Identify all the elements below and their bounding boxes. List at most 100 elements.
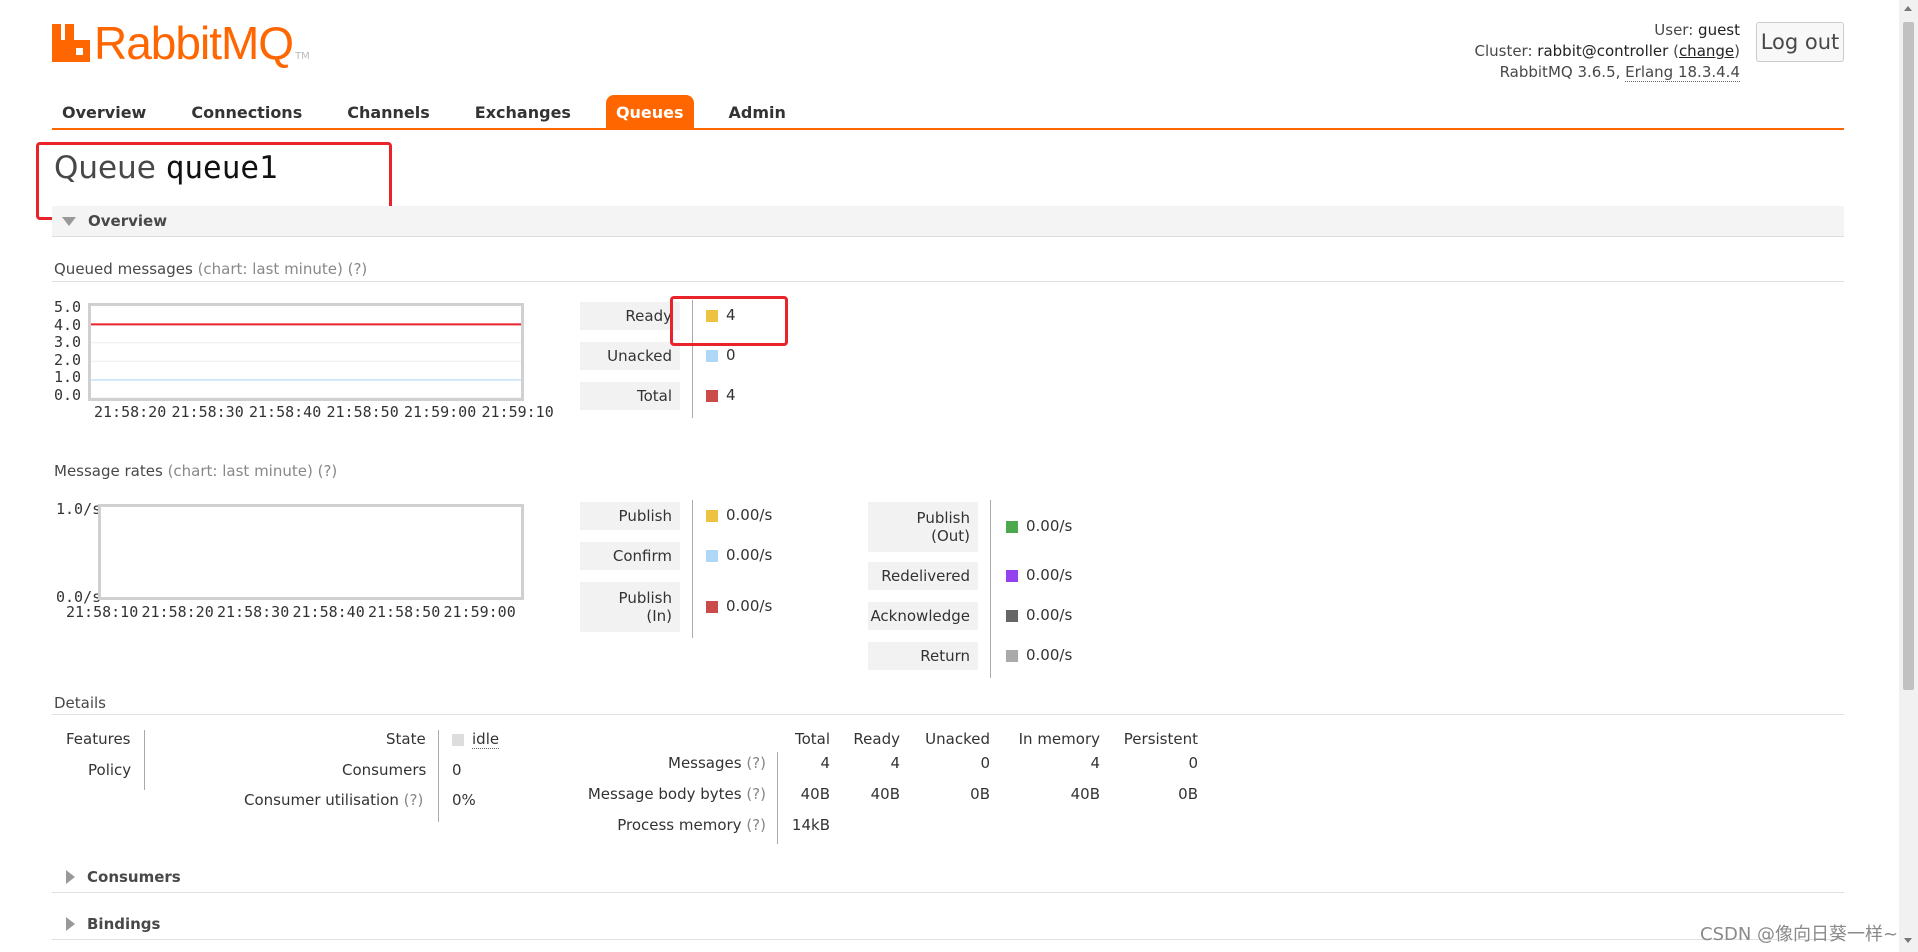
bindings-section-header[interactable]: Bindings	[66, 915, 160, 933]
version-text: RabbitMQ 3.6.5,	[1499, 63, 1621, 81]
legend-label-unacked: Unacked	[580, 342, 680, 370]
legend-separator	[990, 500, 991, 678]
x-tick-label: 21:58:20	[94, 403, 167, 421]
logout-button[interactable]: Log out	[1756, 22, 1844, 62]
x-tick-label: 21:58:50	[368, 603, 441, 621]
watermark: CSDN @像向日葵一样~	[1700, 924, 1899, 945]
legend-value-unacked: 0	[726, 346, 736, 364]
message-rates-title: Message rates	[54, 462, 163, 480]
legend-swatch	[706, 601, 718, 613]
cluster-change-link[interactable]: change	[1679, 42, 1734, 60]
table-cell: 0B	[1178, 785, 1198, 803]
cluster-label: Cluster:	[1474, 42, 1533, 60]
legend-value: 0.00/s	[1026, 646, 1073, 664]
expand-arrow-icon	[66, 917, 75, 931]
tab-channels[interactable]: Channels	[337, 95, 440, 129]
user-label: User:	[1654, 21, 1694, 39]
rabbitmq-logo[interactable]: RabbitMQ TM	[52, 20, 310, 66]
queued-messages-help[interactable]: (?)	[348, 260, 368, 278]
y-tick-label: 3.0	[54, 333, 82, 352]
legend-swatch	[706, 390, 718, 402]
table-cell: 0B	[970, 785, 990, 803]
cluster-value: rabbit@controller	[1537, 42, 1669, 60]
consumers-section-header[interactable]: Consumers	[66, 868, 181, 886]
y-tick-label: 1.0	[54, 368, 82, 387]
tab-queues[interactable]: Queues	[605, 95, 694, 129]
row-help[interactable]: (?)	[746, 816, 766, 834]
table-cell: 4	[1090, 754, 1100, 772]
legend-value-total: 4	[726, 386, 736, 404]
legend-label-line: (In)	[646, 607, 672, 625]
legend-label-line: (Out)	[931, 527, 970, 545]
bindings-section-label: Bindings	[87, 915, 161, 933]
legend-value: 0.00/s	[1026, 517, 1073, 535]
scroll-up-icon[interactable]	[1904, 6, 1912, 11]
table-row-label: Message body bytes (?)	[588, 785, 766, 803]
consumer-utilisation-label: Consumer utilisation (?)	[244, 791, 423, 809]
table-cell: 4	[890, 754, 900, 772]
expand-arrow-icon	[66, 870, 75, 884]
tab-connections[interactable]: Connections	[181, 95, 312, 129]
message-rates-help[interactable]: (?)	[318, 462, 338, 480]
x-tick-label: 21:59:00	[443, 603, 516, 621]
queued-messages-title: Queued messages	[54, 260, 193, 278]
tab-exchanges[interactable]: Exchanges	[465, 95, 581, 129]
queued-messages-heading: Queued messages (chart: last minute) (?)	[54, 260, 367, 278]
message-rates-heading: Message rates (chart: last minute) (?)	[54, 462, 337, 480]
scroll-down-icon[interactable]	[1904, 938, 1912, 943]
x-tick-label: 21:58:40	[249, 403, 322, 421]
table-cell: 40B	[1070, 785, 1100, 803]
divider	[52, 714, 1844, 715]
consumer-utilisation-text: Consumer utilisation	[244, 791, 399, 809]
login-details: User: guest Cluster: rabbit@controller (…	[1474, 21, 1740, 82]
table-row-label: Process memory (?)	[617, 816, 766, 834]
tab-overview[interactable]: Overview	[52, 95, 156, 129]
consumers-label: Consumers	[342, 761, 427, 779]
queued-messages-meta[interactable]: (chart: last minute)	[198, 260, 343, 278]
y-tick-label: 2.0	[54, 350, 82, 369]
x-tick-label: 21:58:40	[292, 603, 365, 621]
message-rates-meta[interactable]: (chart: last minute)	[168, 462, 313, 480]
logo-trademark: TM	[295, 51, 310, 62]
y-tick-label: 1.0/s	[56, 500, 102, 518]
x-tick-label: 21:58:20	[141, 603, 214, 621]
table-cell: 40B	[870, 785, 900, 803]
features-label: Features	[66, 730, 131, 748]
legend-label: Publish (Out)	[868, 502, 978, 552]
overview-section-header[interactable]: Overview	[62, 212, 167, 230]
legend-label: Publish	[580, 502, 680, 530]
legend-label-line: Publish	[618, 589, 672, 607]
legend-label-line: Publish	[916, 509, 970, 527]
legend-swatch	[706, 550, 718, 562]
legend-swatch	[1006, 521, 1018, 533]
scrollbar-thumb[interactable]	[1903, 22, 1914, 690]
x-tick-label: 21:59:10	[481, 403, 554, 421]
legend-swatch	[1006, 610, 1018, 622]
row-help[interactable]: (?)	[746, 754, 766, 772]
consumer-utilisation-value: 0%	[452, 791, 476, 809]
consumer-utilisation-help[interactable]: (?)	[404, 791, 424, 809]
details-separator	[144, 730, 145, 790]
table-cell: 0	[980, 754, 990, 772]
tab-admin[interactable]: Admin	[719, 95, 796, 129]
table-col-header: In memory	[1018, 730, 1100, 748]
user-value: guest	[1698, 21, 1740, 39]
vertical-scrollbar[interactable]	[1899, 0, 1918, 952]
state-value: idle	[452, 730, 500, 749]
divider	[52, 281, 1844, 282]
x-tick-label: 21:58:30	[217, 603, 290, 621]
overview-section-bar[interactable]	[52, 206, 1844, 237]
nav-underline	[52, 128, 1844, 130]
logo-text: RabbitMQ	[94, 17, 294, 69]
row-label-text: Message body bytes	[587, 785, 747, 803]
legend-value: 0.00/s	[726, 506, 773, 524]
collapse-arrow-icon	[62, 216, 76, 226]
table-cell: 40B	[800, 785, 830, 803]
legend-label-total: Total	[580, 382, 680, 410]
row-help[interactable]: (?)	[746, 785, 766, 803]
state-indicator	[452, 733, 464, 746]
overview-section-label: Overview	[88, 212, 168, 230]
table-cell: 14kB	[791, 816, 830, 834]
queued-messages-chart	[88, 303, 524, 401]
consumers-section-label: Consumers	[87, 868, 181, 886]
